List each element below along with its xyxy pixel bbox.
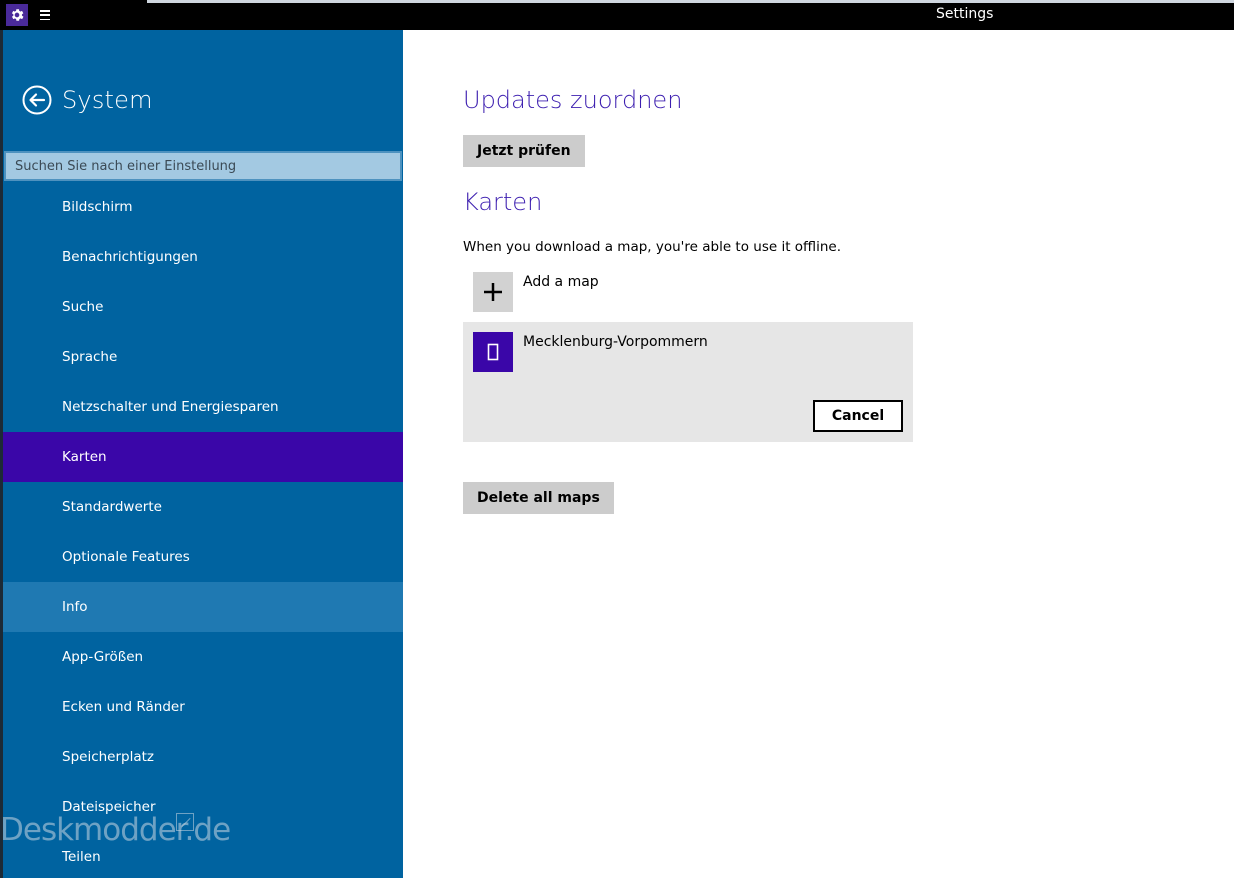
sidebar-nav: Bildschirm Benachrichtigungen Suche Spra… — [3, 182, 403, 878]
back-arrow-icon[interactable] — [22, 85, 52, 115]
sidebar-item-bildschirm[interactable]: Bildschirm — [3, 182, 403, 232]
sidebar-item-karten[interactable]: Karten — [3, 432, 403, 482]
maps-description: When you download a map, you're able to … — [463, 239, 841, 255]
sidebar-item-info[interactable]: Info — [3, 582, 403, 632]
sidebar-item-standardwerte[interactable]: Standardwerte — [3, 482, 403, 532]
sidebar-item-ecken-und-raender[interactable]: Ecken und Ränder — [3, 682, 403, 732]
sidebar-header: System — [22, 85, 153, 115]
sidebar: System Bildschirm Benachrichtigungen Suc… — [0, 30, 403, 878]
maps-heading: Karten — [463, 188, 543, 216]
cancel-button[interactable]: Cancel — [813, 400, 903, 432]
map-icon — [473, 332, 513, 372]
sidebar-item-dateispeicher[interactable]: Dateispeicher — [3, 782, 403, 832]
window-title: Settings — [936, 6, 994, 22]
sidebar-item-app-groessen[interactable]: App-Größen — [3, 632, 403, 682]
map-name: Mecklenburg-Vorpommern — [523, 334, 708, 350]
title-bar: Settings — [0, 0, 1234, 30]
sidebar-item-optionale-features[interactable]: Optionale Features — [3, 532, 403, 582]
check-now-button[interactable]: Jetzt prüfen — [463, 135, 585, 167]
sidebar-item-netzschalter[interactable]: Netzschalter und Energiesparen — [3, 382, 403, 432]
sidebar-item-sprache[interactable]: Sprache — [3, 332, 403, 382]
page-title: System — [62, 86, 153, 114]
plus-icon — [473, 272, 513, 312]
sidebar-item-teilen[interactable]: Teilen — [3, 832, 403, 878]
hamburger-icon[interactable] — [40, 8, 54, 22]
map-download-card: Mecklenburg-Vorpommern Cancel — [463, 322, 913, 442]
main-content: Updates zuordnen Jetzt prüfen Karten Whe… — [403, 30, 1234, 878]
watermark-mark — [176, 813, 194, 831]
sidebar-item-suche[interactable]: Suche — [3, 282, 403, 332]
title-bar-strip — [147, 0, 1234, 3]
sidebar-item-speicherplatz[interactable]: Speicherplatz — [3, 732, 403, 782]
add-map-button[interactable]: Add a map — [473, 272, 599, 312]
gear-icon[interactable] — [6, 4, 28, 26]
delete-all-maps-button[interactable]: Delete all maps — [463, 482, 614, 514]
search-input[interactable] — [4, 151, 402, 181]
sidebar-item-benachrichtigungen[interactable]: Benachrichtigungen — [3, 232, 403, 282]
updates-heading: Updates zuordnen — [463, 86, 683, 114]
add-map-label: Add a map — [523, 274, 599, 290]
